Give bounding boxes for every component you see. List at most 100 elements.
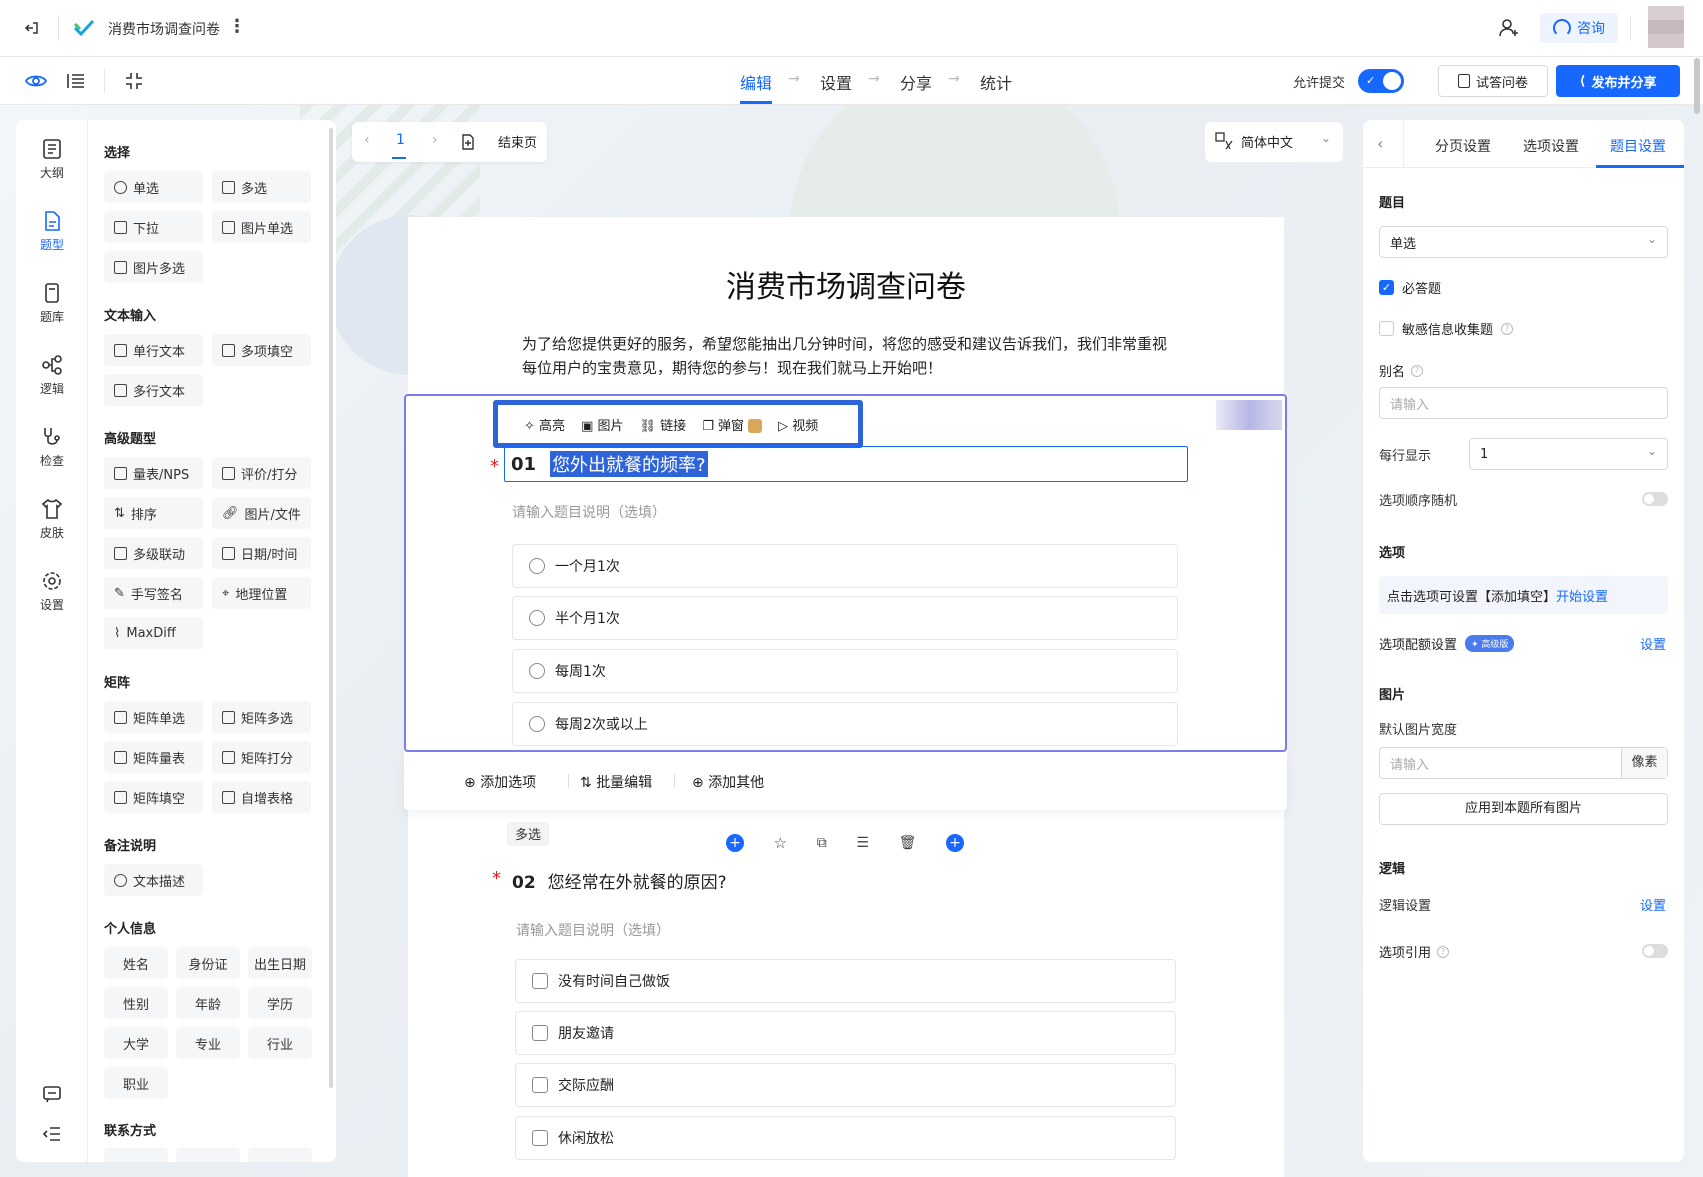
prev-page-icon[interactable]: ‹ (364, 132, 370, 148)
type-datetime[interactable]: 日期/时间 (212, 537, 311, 569)
option-item[interactable]: 半个月1次 (512, 596, 1178, 640)
question-title-input[interactable]: 01 您外出就餐的频率? (504, 446, 1188, 482)
question-title[interactable]: 02 您经常在外就餐的原因? (512, 868, 727, 893)
type-location[interactable]: ⌖ 地理位置 (212, 577, 311, 609)
type-scale-nps[interactable]: 量表/NPS (104, 457, 203, 489)
alias-input[interactable]: 请输入 (1379, 387, 1668, 419)
insert-link-button[interactable]: ⛓ 链接 (640, 415, 687, 434)
type-multi-blank[interactable]: 多项填空 (212, 334, 311, 366)
rail-question-bank[interactable]: 题库 (16, 282, 88, 325)
type-multi-choice[interactable]: 多选 (212, 171, 311, 203)
copy-icon[interactable]: ⧉ (817, 835, 827, 851)
add-other-button[interactable]: ⊕ 添加其他 (692, 772, 764, 792)
batch-edit-button[interactable]: ⇅ 批量编辑 (580, 772, 652, 792)
type-single-choice[interactable]: 单选 (104, 171, 203, 203)
collapse-right-icon[interactable]: ‹ (1377, 134, 1383, 153)
per-row-select[interactable]: 1 ⌄ (1469, 438, 1668, 470)
avatar[interactable] (1648, 6, 1684, 48)
question-type-select[interactable]: 单选 ⌄ (1379, 226, 1668, 258)
type-name[interactable]: 姓名 (104, 947, 168, 979)
sensitive-checkbox[interactable]: 敏感信息收集题 ? (1379, 319, 1514, 338)
type-rating[interactable]: 评价/打分 (212, 457, 311, 489)
type-image-single[interactable]: 图片单选 (212, 211, 311, 243)
option-item[interactable]: 一个月1次 (512, 544, 1178, 588)
insert-image-button[interactable]: ▣ 图片 (581, 415, 623, 434)
exit-icon[interactable] (22, 18, 42, 38)
more-icon[interactable]: ⋮ (228, 16, 246, 37)
rail-skin[interactable]: 皮肤 (16, 498, 88, 541)
preview-eye-icon[interactable] (24, 69, 48, 93)
popup-button[interactable]: ❐ 弹窗 (702, 415, 763, 434)
step-edit[interactable]: 编辑 (740, 70, 772, 94)
question-description[interactable]: 请输入题目说明（选填） (512, 502, 666, 522)
feedback-icon[interactable] (40, 1082, 64, 1106)
type-major[interactable]: 专业 (176, 1027, 240, 1059)
consult-button[interactable]: 咨询 (1540, 13, 1618, 43)
type-matrix-single[interactable]: 矩阵单选 (104, 701, 203, 733)
help-icon[interactable]: ? (1411, 364, 1424, 377)
rail-settings[interactable]: 设置 (16, 570, 88, 613)
required-checkbox[interactable]: ✓ 必答题 (1379, 278, 1441, 297)
step-share[interactable]: 分享 (900, 70, 932, 94)
rail-logic[interactable]: 逻辑 (16, 354, 88, 397)
option-reference-toggle[interactable] (1642, 944, 1668, 958)
next-page-icon[interactable]: › (432, 132, 438, 148)
type-education[interactable]: 学历 (248, 987, 312, 1019)
contact-chip[interactable] (104, 1148, 168, 1162)
start-setting-link[interactable]: 开始设置 (1556, 590, 1608, 605)
try-survey-button[interactable]: 试答问卷 (1438, 65, 1548, 97)
add-option-button[interactable]: ⊕ 添加选项 (464, 772, 536, 792)
step-stats[interactable]: 统计 (980, 70, 1012, 94)
survey-intro[interactable]: 为了给您提供更好的服务，希望您能抽出几分钟时间，将您的感受和建议告诉我们，我们非… (522, 332, 1172, 380)
type-signature[interactable]: ✎ 手写签名 (104, 577, 203, 609)
page-number[interactable]: 1 (396, 132, 405, 148)
option-item[interactable]: 休闲放松 (515, 1116, 1176, 1160)
type-dropdown[interactable]: 下拉 (104, 211, 203, 243)
type-id-card[interactable]: 身份证 (176, 947, 240, 979)
type-birthday[interactable]: 出生日期 (248, 947, 312, 979)
option-item[interactable]: 交际应酬 (515, 1063, 1176, 1107)
type-auto-table[interactable]: 自增表格 (212, 781, 311, 813)
allow-submit-toggle[interactable]: ✓ (1358, 69, 1404, 93)
type-ranking[interactable]: ⇅ 排序 (104, 497, 203, 529)
rail-check[interactable]: 检查 (16, 426, 88, 469)
contact-chip[interactable] (248, 1148, 312, 1162)
delete-icon[interactable]: 🗑︎ (899, 835, 917, 851)
type-single-text[interactable]: 单行文本 (104, 334, 203, 366)
option-item[interactable]: 没有时间自己做饭 (515, 959, 1176, 1003)
type-gender[interactable]: 性别 (104, 987, 168, 1019)
fullscreen-icon[interactable] (122, 69, 146, 93)
quota-setting-link[interactable]: 设置 (1640, 634, 1666, 653)
option-item[interactable]: 每周2次或以上 (512, 702, 1178, 746)
question-description[interactable]: 请输入题目说明（选填） (516, 920, 670, 940)
logic-setting-link[interactable]: 设置 (1640, 895, 1666, 914)
type-occupation[interactable]: 职业 (104, 1067, 168, 1099)
type-maxdiff[interactable]: ⌇ MaxDiff (104, 617, 203, 649)
type-university[interactable]: 大学 (104, 1027, 168, 1059)
type-image-multi[interactable]: 图片多选 (104, 251, 203, 283)
rail-question-types[interactable]: 题型 (16, 210, 88, 253)
survey-title[interactable]: 消费市场调查问卷 (408, 262, 1284, 306)
type-image-file[interactable]: 🔗︎ 图片/文件 (212, 497, 311, 529)
help-icon[interactable]: ? (1437, 945, 1450, 958)
tab-question-settings[interactable]: 题目设置 (1610, 136, 1666, 156)
option-item[interactable]: 每周1次 (512, 649, 1178, 693)
type-matrix-rating[interactable]: 矩阵打分 (212, 741, 311, 773)
collapse-panel-icon[interactable] (40, 1122, 64, 1146)
page-scrollbar[interactable] (1694, 58, 1700, 114)
option-item[interactable]: 朋友邀请 (515, 1011, 1176, 1055)
question-card-selected[interactable]: ✧ 高亮 ▣ 图片 ⛓ 链接 ❐ 弹窗 ▷ 视频 * 01 您外出就餐的频率? … (404, 394, 1287, 752)
language-select[interactable]: 简体中文 ⌄ (1205, 122, 1343, 162)
tab-page-settings[interactable]: 分页设置 (1435, 136, 1491, 156)
type-matrix-scale[interactable]: 矩阵量表 (104, 741, 203, 773)
highlight-button[interactable]: ✧ 高亮 (524, 415, 565, 434)
add-member-icon[interactable] (1497, 16, 1521, 40)
add-page-icon[interactable] (460, 134, 476, 150)
palette-scrollbar[interactable] (329, 128, 333, 1088)
help-icon[interactable]: ? (1501, 322, 1514, 335)
type-age[interactable]: 年龄 (176, 987, 240, 1019)
type-matrix-blank[interactable]: 矩阵填空 (104, 781, 203, 813)
type-matrix-multi[interactable]: 矩阵多选 (212, 701, 311, 733)
publish-share-button[interactable]: ⟨ 发布并分享 (1556, 65, 1680, 97)
apply-all-images-button[interactable]: 应用到本题所有图片 (1379, 793, 1668, 825)
